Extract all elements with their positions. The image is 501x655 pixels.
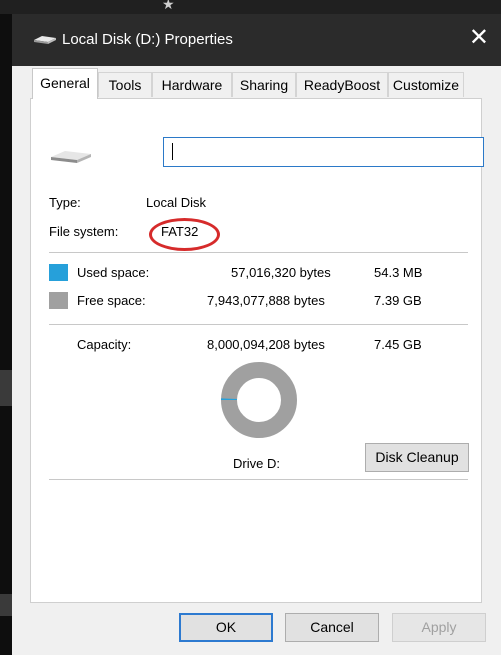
divider (49, 324, 468, 325)
tab-strip: General Tools Hardware Sharing ReadyBoos… (12, 66, 501, 102)
divider (49, 252, 468, 253)
ok-button[interactable]: OK (179, 613, 273, 642)
file-system-label: File system: (49, 224, 119, 239)
divider (49, 479, 468, 480)
hard-drive-icon (51, 151, 91, 163)
cancel-button[interactable]: Cancel (285, 613, 379, 642)
free-space-swatch (49, 292, 68, 309)
background-band (0, 594, 12, 616)
drive-name-input[interactable] (163, 137, 484, 167)
close-icon[interactable]: ✕ (469, 24, 489, 52)
type-value: Local Disk (146, 195, 206, 210)
tab-readyboost[interactable]: ReadyBoost (296, 72, 388, 97)
free-space-bytes: 7,943,077,888 bytes (207, 293, 325, 308)
tab-customize[interactable]: Customize (388, 72, 464, 97)
background-band (0, 370, 12, 406)
title-bar[interactable]: Local Disk (D:) Properties ✕ (12, 14, 501, 66)
window-title: Local Disk (D:) Properties (62, 31, 233, 48)
used-space-label: Used space: (77, 265, 150, 280)
capacity-bytes: 8,000,094,208 bytes (207, 337, 325, 352)
usage-donut-chart (221, 362, 297, 438)
general-panel: Type: Local Disk File system: FAT32 Used… (30, 98, 484, 603)
used-space-bytes: 57,016,320 bytes (231, 265, 331, 280)
background-window-strip: ★ (0, 0, 501, 14)
star-icon: ★ (162, 0, 175, 12)
used-space-swatch (49, 264, 68, 281)
free-space-ring (221, 362, 297, 438)
capacity-label: Capacity: (77, 337, 132, 352)
text-caret (172, 143, 173, 160)
background-left-strip (0, 14, 12, 655)
apply-button[interactable]: Apply (392, 613, 486, 642)
capacity-size: 7.45 GB (374, 337, 422, 352)
free-space-size: 7.39 GB (374, 293, 422, 308)
type-label: Type: (49, 195, 81, 210)
disk-cleanup-button[interactable]: Disk Cleanup (365, 443, 469, 472)
drive-icon (34, 36, 56, 44)
free-space-label: Free space: (77, 293, 146, 308)
annotation-circle (149, 218, 220, 251)
tab-tools[interactable]: Tools (98, 72, 152, 97)
tab-sharing[interactable]: Sharing (232, 72, 296, 97)
drive-label: Drive D: (233, 456, 280, 471)
properties-dialog: Local Disk (D:) Properties ✕ General Too… (12, 14, 501, 655)
tab-general[interactable]: General (32, 68, 98, 99)
used-space-size: 54.3 MB (374, 265, 423, 280)
tab-hardware[interactable]: Hardware (152, 72, 232, 97)
